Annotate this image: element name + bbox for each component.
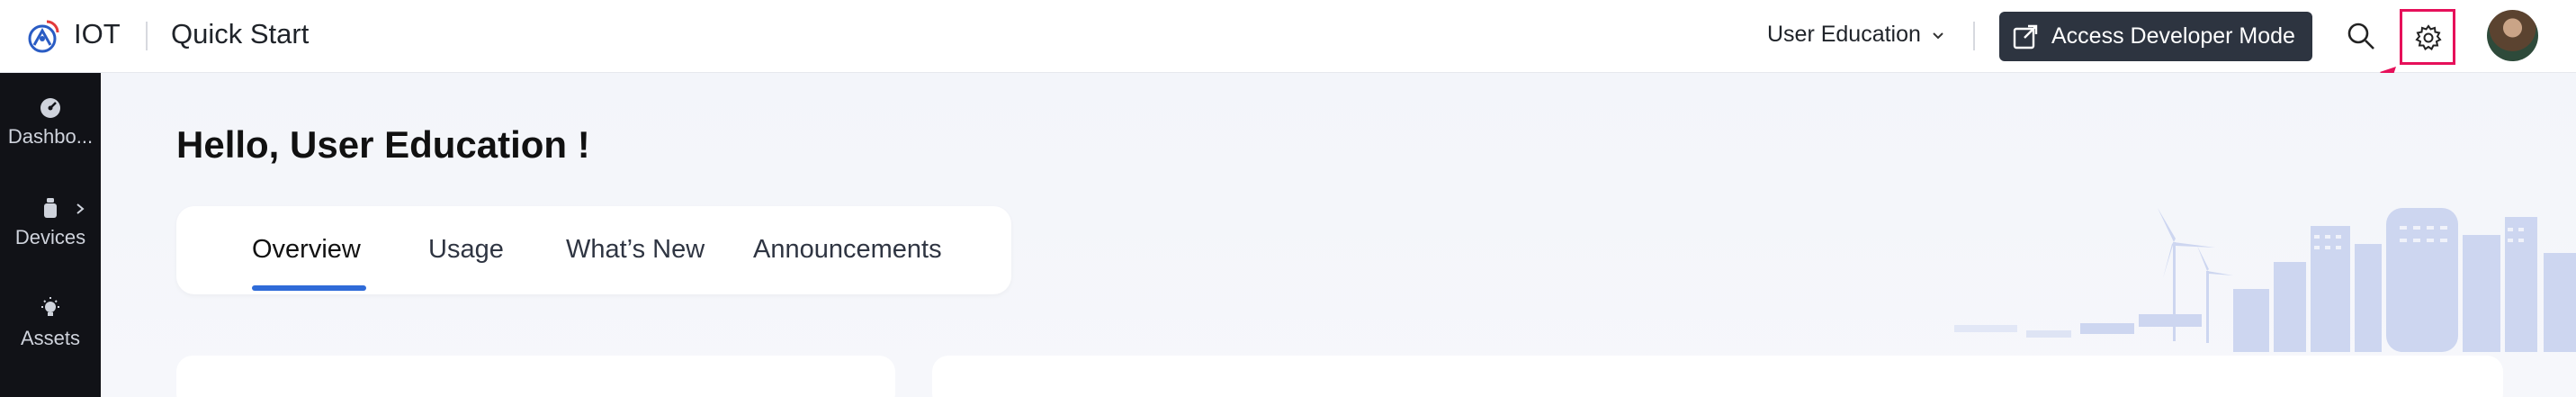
user-menu-dropdown[interactable]: User Education xyxy=(1767,22,1944,48)
tab-announcements[interactable]: Announcements xyxy=(753,235,942,265)
tab-bar: Overview Usage What’s New Announcements xyxy=(176,206,1011,294)
settings-button[interactable] xyxy=(2400,9,2455,65)
sidebar-item-label: Assets xyxy=(20,327,81,349)
gauge-icon xyxy=(40,98,60,118)
city-illustration-icon xyxy=(1954,208,2576,352)
sidebar: Dashbo... Devices Assets xyxy=(0,73,101,397)
top-bar: IOT Quick Start User Education Access De… xyxy=(0,0,2576,73)
main-content: Hello, User Education ! Overview Usage W… xyxy=(101,73,2576,397)
sidebar-item-label: Dashbo... xyxy=(7,125,94,148)
avatar[interactable] xyxy=(2487,10,2538,61)
user-menu-label: User Education xyxy=(1767,22,1921,47)
chevron-right-icon xyxy=(76,203,85,214)
sidebar-item-assets[interactable]: Assets xyxy=(0,296,101,350)
search-icon[interactable] xyxy=(2345,20,2377,52)
tab-overview[interactable]: Overview xyxy=(252,235,361,265)
developer-button-label: Access Developer Mode xyxy=(2051,23,2295,49)
chevron-down-icon xyxy=(1933,32,1943,39)
device-icon xyxy=(44,198,57,218)
page-title: Quick Start xyxy=(171,18,310,50)
gear-icon xyxy=(2415,24,2442,50)
app-name: IOT xyxy=(74,18,121,50)
tab-usage[interactable]: Usage xyxy=(428,235,504,265)
greeting-heading: Hello, User Education ! xyxy=(176,123,590,166)
bulb-icon xyxy=(41,297,59,316)
sidebar-item-label: Devices xyxy=(14,226,86,248)
content-card-left xyxy=(176,356,895,397)
tab-whats-new[interactable]: What’s New xyxy=(566,235,705,265)
header-divider-2 xyxy=(1973,22,1975,50)
active-tab-indicator xyxy=(252,285,366,291)
iot-logo-icon[interactable] xyxy=(22,16,63,58)
header-divider xyxy=(146,22,148,50)
access-developer-mode-button[interactable]: Access Developer Mode xyxy=(1999,12,2312,61)
sidebar-item-dashboard[interactable]: Dashbo... xyxy=(0,95,101,149)
external-link-icon xyxy=(2013,24,2038,49)
sidebar-item-devices[interactable]: Devices xyxy=(0,195,101,249)
